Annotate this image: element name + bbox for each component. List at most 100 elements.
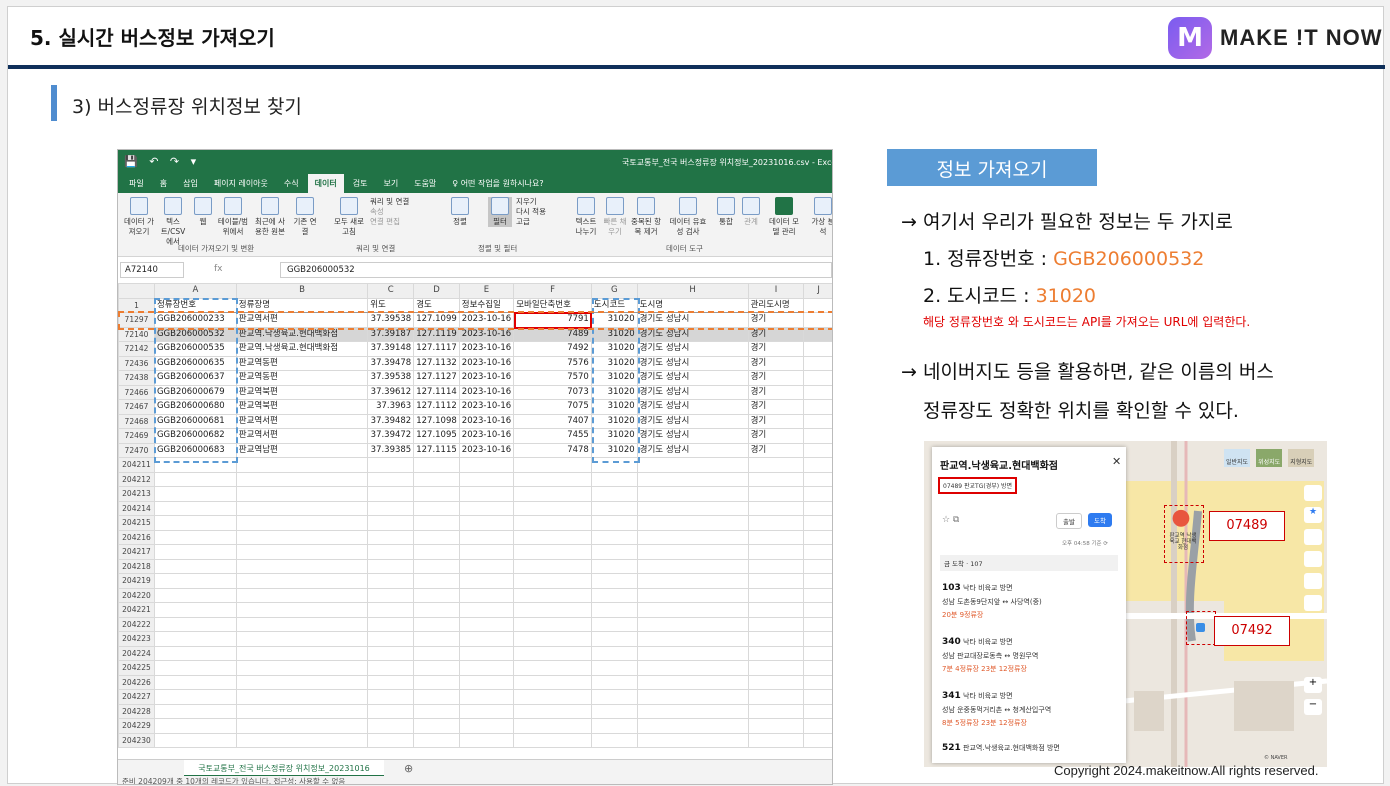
arrive-button[interactable]: 도착 — [1088, 513, 1112, 527]
cell[interactable]: 판교역북편 — [235, 384, 369, 400]
cell[interactable] — [413, 544, 460, 560]
row-header[interactable]: 72467 — [118, 399, 155, 415]
column-header[interactable]: I — [747, 283, 805, 299]
cell[interactable] — [153, 602, 237, 618]
cell[interactable] — [458, 544, 515, 560]
relationships-button[interactable]: 관계 — [740, 197, 762, 227]
cell[interactable]: 37.39148 — [367, 341, 415, 357]
cell[interactable] — [458, 558, 515, 574]
cell[interactable] — [458, 457, 515, 473]
sheet-tab-active[interactable]: 국토교통부_전국 버스정류장 위치정보_20231016 — [184, 760, 384, 777]
cell[interactable] — [803, 703, 832, 719]
cell[interactable] — [590, 544, 638, 560]
cell[interactable] — [636, 544, 749, 560]
spreadsheet-grid[interactable]: A B C D E F G H I J 1 정류장번호 정류장명 위도 경도 정보수집일 모바일단축번호 도시코드… — [118, 283, 832, 759]
field-header-cell[interactable]: 경도 — [413, 297, 460, 313]
cell[interactable] — [747, 515, 805, 531]
cell[interactable] — [590, 645, 638, 661]
cell[interactable] — [803, 500, 832, 516]
tab-help[interactable]: 도움말 — [407, 174, 443, 193]
row-header[interactable]: 204211 — [118, 457, 155, 473]
cell[interactable] — [513, 587, 592, 603]
row-header[interactable]: 204225 — [118, 660, 155, 676]
cell[interactable] — [235, 457, 369, 473]
row-header[interactable]: 204217 — [118, 544, 155, 560]
cell[interactable] — [235, 660, 369, 676]
cell[interactable] — [803, 442, 832, 458]
cell[interactable]: 31020 — [590, 370, 638, 386]
row-header[interactable]: 204229 — [118, 718, 155, 734]
cell[interactable] — [590, 660, 638, 676]
cell[interactable] — [513, 616, 592, 632]
cell[interactable]: 7075 — [513, 399, 592, 415]
cell[interactable]: 127.1114 — [413, 384, 460, 400]
cell[interactable] — [513, 660, 592, 676]
cell[interactable] — [367, 558, 415, 574]
cell[interactable] — [636, 689, 749, 705]
cell[interactable] — [513, 500, 592, 516]
cell[interactable] — [747, 500, 805, 516]
cell[interactable] — [636, 660, 749, 676]
cell[interactable] — [590, 616, 638, 632]
cell[interactable] — [636, 631, 749, 647]
cell[interactable] — [747, 486, 805, 502]
row-header[interactable]: 204228 — [118, 703, 155, 719]
cell[interactable] — [747, 558, 805, 574]
cell[interactable]: 2023-10-16 — [458, 370, 515, 386]
cell[interactable]: 127.1099 — [413, 312, 460, 328]
column-header[interactable]: D — [413, 283, 460, 299]
cell[interactable]: GGB206000680 — [153, 399, 237, 415]
cell[interactable]: 7455 — [513, 428, 592, 444]
cell[interactable]: 31020 — [590, 326, 638, 342]
cell[interactable] — [235, 674, 369, 690]
cell[interactable] — [153, 515, 237, 531]
existing-connections-button[interactable]: 기존 연결 — [292, 197, 318, 237]
cell[interactable]: 37.39472 — [367, 428, 415, 444]
cell[interactable]: 7576 — [513, 355, 592, 371]
cell[interactable] — [590, 500, 638, 516]
star-icon[interactable]: ★ — [1304, 507, 1322, 523]
bus-stop-icon[interactable] — [1196, 623, 1205, 632]
cell[interactable] — [458, 689, 515, 705]
cell[interactable] — [458, 471, 515, 487]
cell[interactable]: 31020 — [590, 312, 638, 328]
table-row[interactable]: 204216 — [118, 529, 832, 545]
cell[interactable] — [458, 718, 515, 734]
cell[interactable] — [153, 718, 237, 734]
route-item[interactable]: 340 낙타 비육교 방면 성남 판교대장로동측 ↔ 명원무역 7분 4정류장 … — [942, 637, 1120, 674]
cell[interactable] — [513, 558, 592, 574]
cell[interactable]: 판교역.낙생육교.현대백화점 — [235, 326, 369, 342]
table-row[interactable]: 204220 — [118, 587, 832, 603]
cell[interactable]: 2023-10-16 — [458, 341, 515, 357]
properties-button[interactable]: 속성 — [370, 207, 420, 217]
cell[interactable] — [153, 616, 237, 632]
cell[interactable] — [747, 703, 805, 719]
text-csv-button[interactable]: 텍스트/CSV에서 — [158, 197, 188, 247]
cell[interactable] — [367, 732, 415, 748]
cell[interactable] — [803, 587, 832, 603]
cell[interactable] — [458, 486, 515, 502]
select-all-corner[interactable] — [118, 283, 155, 299]
cell[interactable] — [367, 674, 415, 690]
table-row[interactable]: 204218 — [118, 558, 832, 574]
cell[interactable]: 37.39385 — [367, 442, 415, 458]
cell[interactable]: 경기도 성남시 — [636, 442, 749, 458]
table-row[interactable]: 204223 — [118, 631, 832, 647]
cell[interactable] — [803, 732, 832, 748]
tab-page-layout[interactable]: 페이지 레이아웃 — [207, 174, 275, 193]
cell[interactable] — [747, 587, 805, 603]
cell[interactable]: 경기도 성남시 — [636, 326, 749, 342]
cell[interactable] — [803, 689, 832, 705]
cell[interactable] — [803, 297, 832, 313]
cell[interactable] — [367, 602, 415, 618]
cell[interactable] — [590, 602, 638, 618]
cell[interactable]: 37.3963 — [367, 399, 415, 415]
field-header-cell[interactable]: 정보수집일 — [458, 297, 515, 313]
cell[interactable]: 37.39612 — [367, 384, 415, 400]
reapply-button[interactable]: 다시 적용 — [516, 207, 564, 217]
cell[interactable] — [367, 645, 415, 661]
cell[interactable]: 판교역서편 — [235, 312, 369, 328]
cell[interactable] — [803, 384, 832, 400]
cell[interactable]: GGB206000679 — [153, 384, 237, 400]
cell[interactable] — [803, 370, 832, 386]
